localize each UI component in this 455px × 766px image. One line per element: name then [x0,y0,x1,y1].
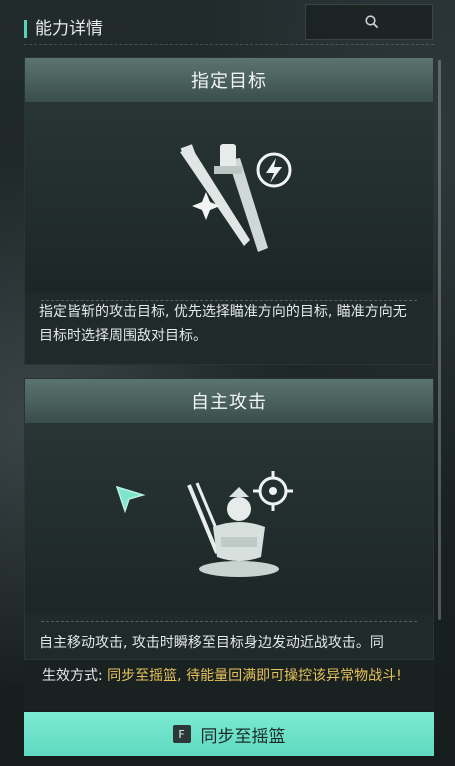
ability-art [25,102,433,292]
sword-target-icon [180,144,292,252]
ability-title: 指定目标 [25,58,433,102]
effect-row: 生效方式: 同步至摇篮, 待能量回满即可操控该异常物战斗! [24,660,434,710]
effect-text: 同步至摇篮, 待能量回满即可操控该异常物战斗! [107,668,402,684]
ability-title: 自主攻击 [25,379,433,423]
cursor-arrow-icon [115,485,146,513]
page-title: 能力详情 [24,20,103,38]
ability-card-target: 指定目标 指定皆斩的攻击目标, 优先选择瞄准方向的目标, 瞄准方向无目标时选择周… [24,57,434,365]
dashed-divider [41,300,417,301]
search-icon [365,15,379,29]
ability-card-auto: 自主攻击 自主移动攻击, 攻击时瞬移至目标身边发动近战攻击。同 [24,378,434,660]
ability-art [25,423,433,613]
scrollbar[interactable] [438,60,441,620]
ability-description: 指定皆斩的攻击目标, 优先选择瞄准方向的目标, 瞄准方向无目标时选择周围敌对目标… [39,304,407,344]
sync-button-label: 同步至摇篮 [200,726,286,747]
header-divider [24,44,434,45]
keyboard-f-hint: F [172,725,191,743]
ability-description: 自主移动攻击, 攻击时瞬移至目标身边发动近战攻击。同 [39,635,384,651]
search-button[interactable] [305,4,433,40]
dashed-divider [41,621,417,622]
auto-attack-icon [187,471,293,577]
sync-to-cradle-button[interactable]: F 同步至摇篮 [24,712,434,756]
effect-label: 生效方式: [42,668,108,684]
